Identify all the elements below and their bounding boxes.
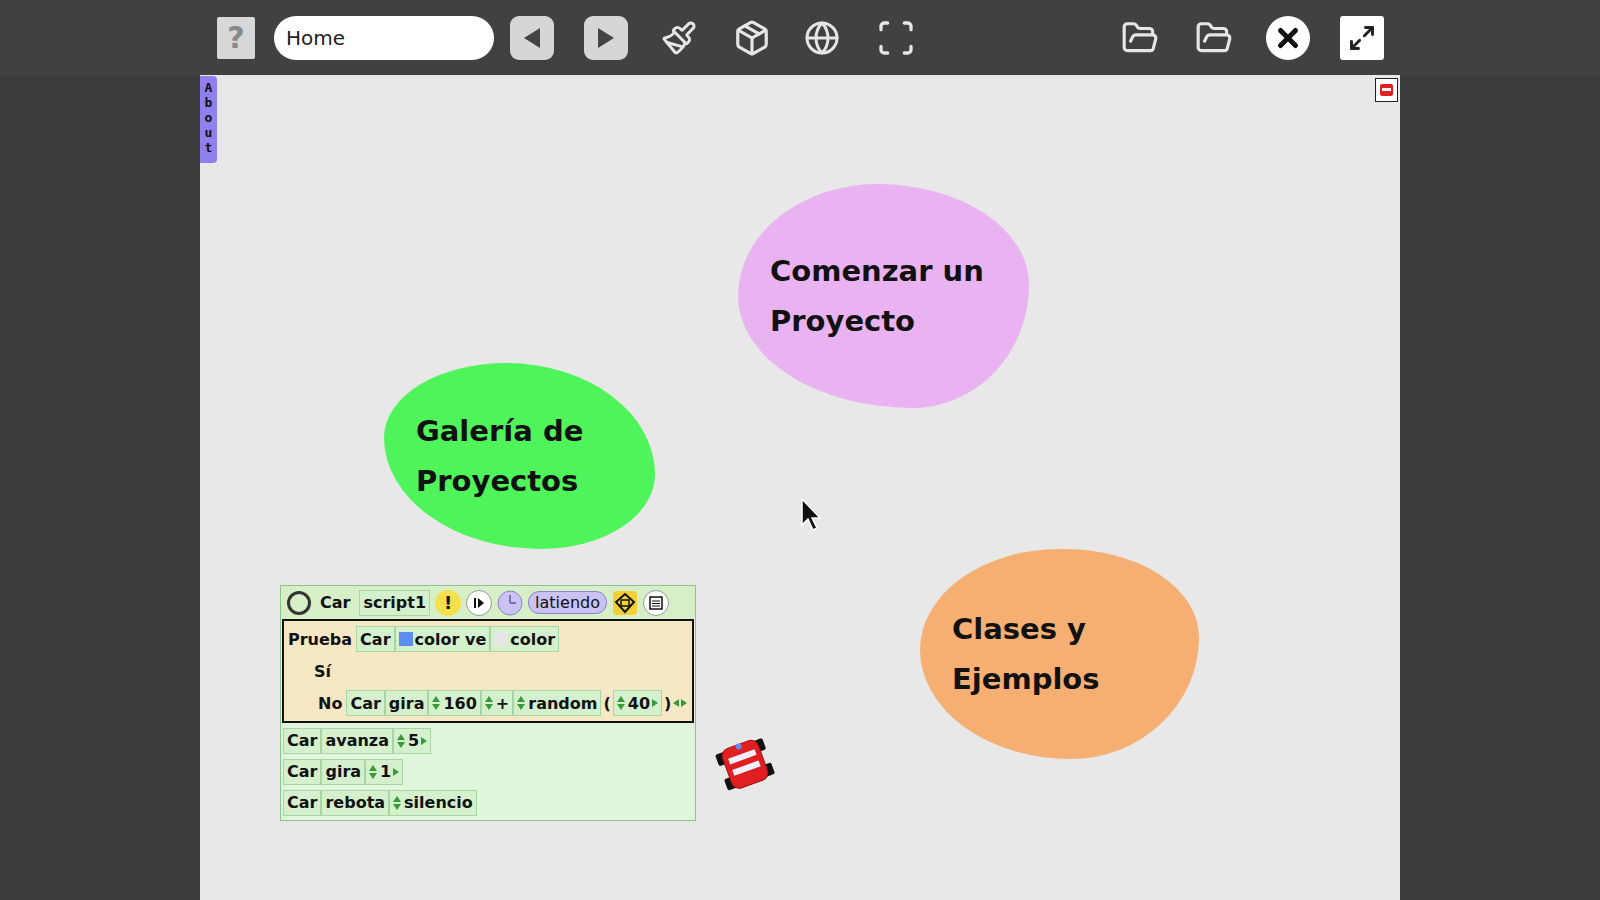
- up-down-arrows-icon[interactable]: [393, 796, 401, 810]
- open-project-button[interactable]: [1118, 16, 1162, 60]
- toolbar: ? Home: [0, 0, 1600, 75]
- up-down-arrows-icon[interactable]: [517, 696, 525, 710]
- save-project-button[interactable]: [1192, 16, 1236, 60]
- forward-arrow-icon: [596, 26, 616, 50]
- extend-arrow-icon[interactable]: [421, 737, 427, 745]
- number-tile[interactable]: 5: [393, 728, 431, 754]
- quit-button[interactable]: [1266, 16, 1310, 60]
- close-icon: [1273, 23, 1303, 53]
- argument-tile[interactable]: 40: [613, 690, 662, 716]
- menu-bubble[interactable]: Comenzar unProyecto: [738, 184, 1029, 408]
- script-name[interactable]: script1: [359, 590, 430, 616]
- script-menu-button[interactable]: [643, 590, 669, 616]
- menu-icon: [649, 596, 663, 610]
- expression-arrows-icon[interactable]: [673, 699, 687, 707]
- mouse-pointer-icon: [801, 498, 823, 532]
- target-color-tile[interactable]: color: [490, 626, 559, 652]
- up-down-arrows-icon[interactable]: [485, 696, 493, 710]
- command-row[interactable]: Cargira1: [281, 756, 695, 787]
- parenthesis: ): [662, 694, 673, 713]
- etoys-window: ? Home About Comenzar unProyecto Galería deP…: [0, 0, 1600, 900]
- script-header: Car script1! latiendo: [281, 586, 695, 619]
- yes-label: Sí: [314, 662, 331, 681]
- dismiss-button[interactable]: [287, 591, 311, 615]
- operator-tile[interactable]: +: [481, 690, 513, 716]
- color-swatch[interactable]: [399, 632, 413, 646]
- object-tile[interactable]: Car: [283, 790, 321, 816]
- menu-bubble[interactable]: Galería deProyectos: [384, 363, 655, 549]
- test-block[interactable]: PruebaCarcolor vecolorSíNoCargira160+ran…: [282, 619, 694, 723]
- open-folder-icon: [1121, 19, 1159, 57]
- test-keyword: Prueba: [288, 630, 352, 649]
- back-button[interactable]: [510, 16, 554, 60]
- extend-arrow-icon[interactable]: [652, 699, 658, 707]
- sound-tile[interactable]: silencio: [389, 790, 477, 816]
- expand-icon: [1348, 24, 1376, 52]
- command-row[interactable]: Carrebotasilencio: [281, 787, 695, 818]
- paintbrush-icon: [661, 20, 697, 56]
- help-button[interactable]: ?: [217, 17, 255, 59]
- object-tile[interactable]: Car: [283, 728, 321, 754]
- number-tile[interactable]: 160: [428, 690, 480, 716]
- command-tile[interactable]: gira: [385, 690, 429, 716]
- supplies-button[interactable]: [730, 16, 774, 60]
- expand-button[interactable]: [1340, 16, 1384, 60]
- car-thumbnail[interactable]: [1375, 78, 1398, 102]
- parenthesis: (: [601, 694, 612, 713]
- fullscreen-icon: [876, 18, 916, 58]
- command-tile[interactable]: rebota: [321, 790, 389, 816]
- command-tile[interactable]: avanza: [321, 728, 393, 754]
- object-tile[interactable]: Car: [346, 690, 384, 716]
- number-tile[interactable]: 1: [365, 759, 403, 785]
- back-arrow-icon: [522, 26, 542, 50]
- extend-arrow-icon[interactable]: [393, 768, 399, 776]
- object-tile[interactable]: Car: [283, 759, 321, 785]
- command-row[interactable]: Caravanza5: [281, 725, 695, 756]
- car-sprite[interactable]: [714, 735, 778, 793]
- car-thumbnail-icon: [1376, 79, 1397, 101]
- menu-bubble[interactable]: Clases yEjemplos: [920, 549, 1199, 759]
- function-tile[interactable]: random: [513, 690, 601, 716]
- car-icon: [714, 735, 778, 793]
- object-name: Car: [316, 593, 354, 612]
- script-editor[interactable]: Carscript1!latiendoPruebaCarcolor vecolo…: [280, 585, 696, 821]
- box-icon: [733, 19, 771, 57]
- color-swatch[interactable]: [494, 632, 508, 646]
- no-label: No: [318, 694, 342, 713]
- tiles-toggle-icon[interactable]: [612, 590, 638, 616]
- save-folder-icon: [1195, 19, 1233, 57]
- up-down-arrows-icon[interactable]: [617, 696, 625, 710]
- world-button[interactable]: [800, 16, 844, 60]
- step-icon: [472, 596, 486, 610]
- up-down-arrows-icon[interactable]: [397, 734, 405, 748]
- up-down-arrows-icon[interactable]: [432, 696, 440, 710]
- paint-button[interactable]: [657, 16, 701, 60]
- about-flap-tab[interactable]: About: [200, 76, 217, 163]
- project-name-field[interactable]: Home: [274, 16, 494, 60]
- command-tile[interactable]: gira: [321, 759, 365, 785]
- globe-icon: [804, 20, 840, 56]
- world-canvas[interactable]: About Comenzar unProyecto Galería deProyec…: [200, 75, 1400, 900]
- condition-tile[interactable]: color ve: [395, 626, 491, 652]
- status-selector[interactable]: latiendo: [528, 591, 607, 614]
- object-tile[interactable]: Car: [356, 626, 394, 652]
- fullscreen-button[interactable]: [874, 16, 918, 60]
- forward-button[interactable]: [584, 16, 628, 60]
- clock-icon[interactable]: [497, 590, 523, 616]
- up-down-arrows-icon[interactable]: [369, 765, 377, 779]
- step-button[interactable]: [466, 590, 492, 616]
- run-once-button[interactable]: !: [435, 590, 461, 616]
